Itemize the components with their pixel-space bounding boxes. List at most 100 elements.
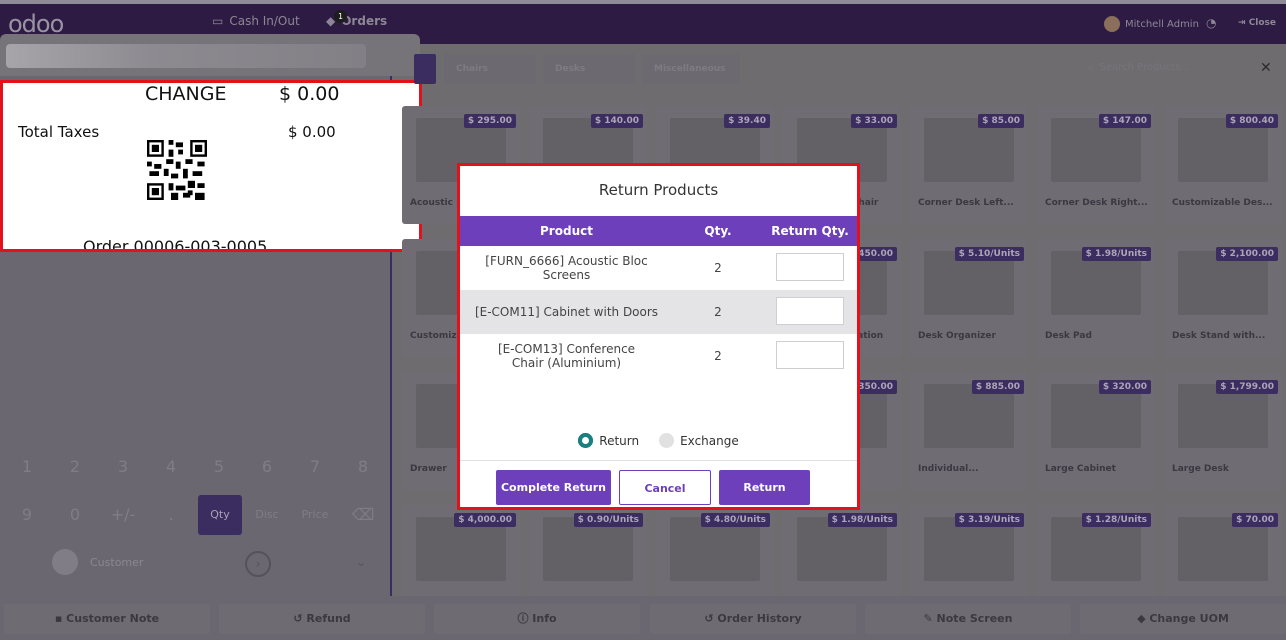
- product-card[interactable]: $ 1,799.00 Large Desk: [1164, 372, 1282, 490]
- info-label: Info: [532, 612, 557, 625]
- product-qty: 2: [714, 305, 722, 319]
- numpad-key-9[interactable]: 9: [5, 495, 49, 535]
- customer-note-button[interactable]: ▪ Customer Note: [4, 604, 210, 634]
- exit-icon: ⇥: [1238, 18, 1249, 28]
- search-icon: ⌕: [1088, 62, 1094, 73]
- numpad-key-3[interactable]: 3: [101, 447, 145, 487]
- customer-button[interactable]: Customer: [52, 549, 143, 575]
- product-name: [E-COM11] Cabinet with Doors: [474, 305, 659, 319]
- note-screen-button[interactable]: ✎ Note Screen: [865, 604, 1071, 634]
- cash-icon: ▭: [212, 14, 224, 28]
- refund-label: Refund: [306, 612, 351, 625]
- user-menu[interactable]: Mitchell Admin: [1104, 16, 1199, 32]
- product-name: Large Desk: [1172, 464, 1229, 474]
- home-category-button[interactable]: [414, 54, 436, 84]
- return-qty-input[interactable]: [776, 296, 844, 325]
- category-miscellaneous[interactable]: Miscellaneous: [642, 54, 740, 84]
- product-name: [FURN_6666] Acoustic Bloc Screens: [485, 254, 648, 282]
- product-card[interactable]: $ 1.98/Units Desk Pad: [1037, 239, 1155, 357]
- dialog-footer: Complete Return Cancel Return: [460, 460, 857, 510]
- table-row: [E-COM13] Conference Chair (Aluminium) 2: [460, 334, 857, 378]
- tag-icon: ◆: [1137, 612, 1150, 625]
- clear-search-icon[interactable]: ✕: [1260, 60, 1272, 76]
- radio-unselected-icon: [659, 433, 675, 448]
- column-header-qty: Qty.: [673, 216, 763, 246]
- product-price: $ 1.98/Units: [827, 513, 897, 527]
- backspace-icon[interactable]: ⌫: [341, 495, 385, 535]
- wifi-icon: ◔: [1206, 16, 1217, 30]
- product-card[interactable]: $ 147.00 Corner Desk Right...: [1037, 106, 1155, 224]
- search-input[interactable]: Search Products...: [1100, 62, 1190, 73]
- chevron-right-icon[interactable]: ›: [245, 551, 271, 577]
- numpad-key-plus-minus[interactable]: +/-: [101, 495, 145, 535]
- product-qty: 2: [714, 349, 722, 363]
- numpad-key-decimal[interactable]: .: [149, 495, 193, 535]
- numpad-key-0[interactable]: 0: [53, 495, 97, 535]
- numpad-mode-price[interactable]: Price: [293, 495, 337, 535]
- cancel-button[interactable]: Cancel: [619, 470, 711, 505]
- product-card[interactable]: $ 885.00 Individual...: [910, 372, 1028, 490]
- order-history-button[interactable]: ↺ Order History: [650, 604, 856, 634]
- orders-label: Orders: [341, 14, 388, 28]
- category-chairs[interactable]: Chairs: [444, 54, 536, 84]
- numpad-key-6[interactable]: 6: [245, 447, 289, 487]
- numpad-key-8[interactable]: 8: [341, 447, 385, 487]
- return-qty-input[interactable]: [776, 340, 844, 369]
- product-price: $ 295.00: [463, 114, 516, 128]
- radio-return[interactable]: Return: [578, 433, 639, 448]
- numpad-key-7[interactable]: 7: [293, 447, 337, 487]
- numpad-key-5[interactable]: 5: [197, 447, 241, 487]
- cash-in-out-button[interactable]: ▭ Cash In/Out: [212, 14, 300, 28]
- numpad-mode-disc[interactable]: Disc: [245, 495, 289, 535]
- dialog-title: Return Products: [598, 181, 719, 199]
- close-session-button[interactable]: ⇥ Close: [1238, 18, 1276, 28]
- product-name: Desk Pad: [1045, 331, 1092, 341]
- product-card[interactable]: $ 2,100.00 Desk Stand with...: [1164, 239, 1282, 357]
- product-card[interactable]: $ 800.40 Customizable Des...: [1164, 106, 1282, 224]
- product-name: [E-COM13] Conference Chair (Aluminium): [497, 342, 636, 370]
- product-price: $ 85.00: [978, 114, 1024, 128]
- search-bar[interactable]: ⌕ Search Products...: [1088, 62, 1190, 73]
- table-row: [E-COM11] Cabinet with Doors 2: [460, 290, 857, 334]
- refund-button[interactable]: ↺ Refund: [219, 604, 425, 634]
- history-icon: ↺: [704, 612, 718, 625]
- column-header-return-qty: Return Qty.: [763, 216, 857, 246]
- info-button[interactable]: ⓘ Info: [434, 604, 640, 634]
- product-price: $ 4.80/Units: [700, 513, 770, 527]
- product-price: $ 4,000.00: [454, 513, 516, 527]
- product-price: $ 140.00: [590, 114, 643, 128]
- receipt-taxes-amount: $ 0.00: [288, 123, 336, 141]
- category-desks[interactable]: Desks: [543, 54, 635, 84]
- orders-count-badge: 1: [334, 10, 347, 23]
- avatar: [1104, 16, 1120, 32]
- radio-return-label: Return: [599, 433, 640, 448]
- product-price: $ 70.00: [1232, 513, 1278, 527]
- return-qty-input[interactable]: [776, 252, 844, 281]
- product-price: $ 33.00: [851, 114, 897, 128]
- numpad-key-4[interactable]: 4: [149, 447, 193, 487]
- product-price: $ 0.90/Units: [573, 513, 643, 527]
- radio-exchange-label: Exchange: [680, 433, 739, 448]
- radio-exchange[interactable]: Exchange: [659, 433, 739, 448]
- chevron-down-icon[interactable]: ⌄: [356, 555, 366, 569]
- column-header-product: Product: [460, 216, 673, 246]
- product-card[interactable]: $ 5.10/Units Desk Organizer: [910, 239, 1028, 357]
- product-qty: 2: [714, 261, 722, 275]
- numpad-key-2[interactable]: 2: [53, 447, 97, 487]
- product-price: $ 1.98/Units: [1081, 247, 1151, 261]
- receipt-taxes-label: Total Taxes: [18, 123, 100, 141]
- customer-label: Customer: [90, 555, 144, 569]
- product-name: Individual...: [918, 464, 979, 474]
- complete-return-button[interactable]: Complete Return: [496, 470, 611, 505]
- numpad-key-1[interactable]: 1: [5, 447, 49, 487]
- product-name: Corner Desk Right...: [1045, 198, 1148, 208]
- return-button[interactable]: Return: [719, 470, 810, 505]
- change-uom-button[interactable]: ◆ Change UOM: [1080, 604, 1286, 634]
- table-row: [FURN_6666] Acoustic Bloc Screens 2: [460, 246, 857, 290]
- return-products-dialog: Return Products Product Qty. Return Qty.…: [457, 163, 860, 510]
- product-card[interactable]: $ 85.00 Corner Desk Left...: [910, 106, 1028, 224]
- product-price: $ 885.00: [971, 380, 1024, 394]
- numpad-mode-qty[interactable]: Qty: [198, 495, 242, 535]
- edit-icon: ✎: [923, 612, 937, 625]
- product-card[interactable]: $ 320.00 Large Cabinet: [1037, 372, 1155, 490]
